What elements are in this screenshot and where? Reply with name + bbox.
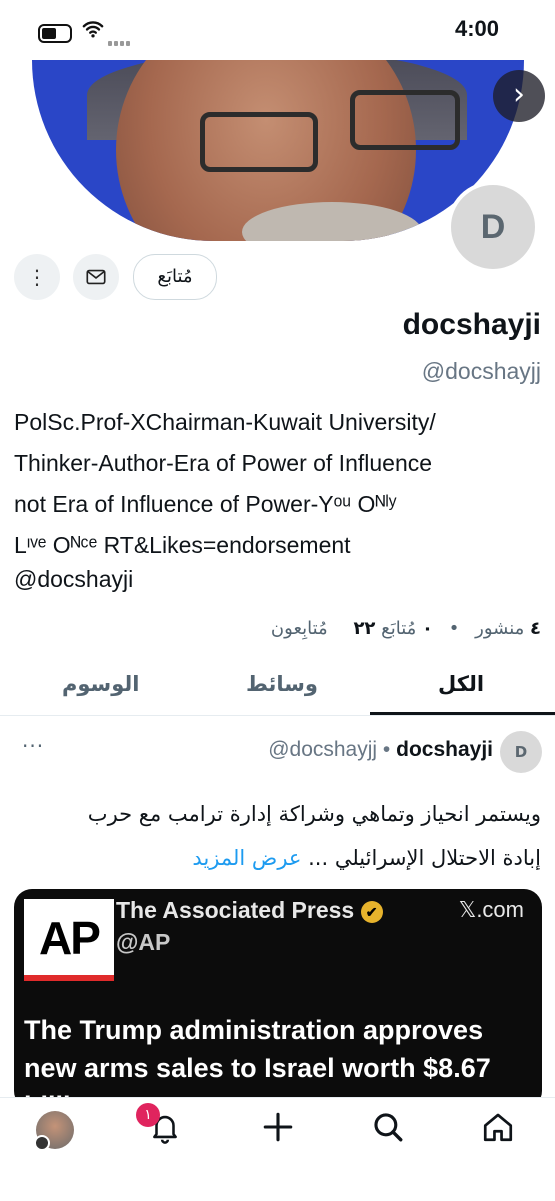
tab-all[interactable]: الكل (438, 672, 484, 696)
post-text-line2: إبادة الاحتلال الإسرائيلي ... عرض المزيد (192, 846, 541, 870)
bottom-nav (0, 1097, 555, 1201)
cellular-signal-icon (108, 31, 132, 50)
media-headline: The Trump administration approves new ar… (24, 1015, 491, 1109)
plus-icon[interactable] (258, 1110, 298, 1150)
search-icon[interactable] (368, 1110, 408, 1150)
post-header: @docshayjj • docshayji (268, 738, 493, 762)
profile-avatar[interactable]: D (447, 181, 539, 273)
message-button[interactable] (73, 254, 119, 300)
followers-count[interactable]: ٢٢ (353, 618, 375, 639)
profile-stats: ٤ منشور • ٠ مُتابَع ٢٢ مُتابِعون (270, 618, 541, 639)
account-avatar[interactable] (34, 1111, 74, 1151)
status-bar: 4:00 (0, 0, 555, 62)
post-author-name[interactable]: docshayji (396, 738, 493, 761)
posts-label: منشور (475, 618, 525, 639)
profile-handle: @docshayjj (421, 358, 541, 384)
home-icon[interactable] (478, 1110, 518, 1150)
battery-icon (38, 24, 72, 43)
show-more-link[interactable]: عرض المزيد (192, 846, 301, 870)
post-handle[interactable]: @docshayjj (268, 738, 377, 761)
tab-hashtags[interactable]: الوسوم (62, 672, 139, 696)
following-label[interactable]: مُتابَع (381, 618, 416, 639)
bio-line: not Era of Influence of Power-Yᵒᵘ Oᴺˡʸ (14, 491, 397, 517)
media-site-label: 𝕏.com (458, 897, 524, 922)
post-more-icon[interactable]: ··· (22, 734, 44, 758)
vertical-dots-icon: ⋮ (27, 265, 47, 289)
bio-line: PolSc.Prof-XChairman-Kuwait University/ (14, 409, 436, 435)
tab-media[interactable]: وسائط (246, 672, 318, 696)
post-text: ويستمر انحياز وتماهي وشراكة إدارة ترامب … (21, 792, 541, 880)
media-source-handle: @AP (116, 929, 171, 955)
profile-tabs: الكل وسائط الوسوم (0, 660, 555, 716)
bio-line: Thinker-Author-Era of Power of Influence (14, 450, 433, 476)
media-source-name: The Associated Press ✔ (116, 897, 383, 924)
post-text-line: ويستمر انحياز وتماهي وشراكة إدارة ترامب … (87, 802, 541, 826)
verified-badge-icon: ✔ (360, 900, 383, 923)
status-time: 4:00 (454, 16, 499, 41)
post-media-image[interactable]: AP The Associated Press ✔ @AP 𝕏.com The … (14, 889, 542, 1109)
profile-name: docshayji (402, 308, 541, 341)
post-avatar[interactable]: D (500, 731, 542, 773)
bio-line: Lᶦᵛᵉ Oᴺᶜᵉ RT&Likes=endorsement (14, 532, 351, 558)
posts-count: ٤ (530, 618, 541, 639)
more-options-button[interactable]: ⋮ (14, 254, 60, 300)
bio-mention-link[interactable]: @docshayji (14, 566, 133, 593)
active-tab-indicator (370, 712, 555, 715)
notification-badge: ١ (136, 1103, 160, 1127)
envelope-icon (86, 269, 106, 285)
following-count[interactable]: ٠ (422, 618, 433, 639)
ap-logo: AP (24, 899, 114, 981)
chevron-right-icon[interactable]: › (493, 70, 545, 122)
wifi-icon (82, 21, 104, 38)
post-separator: • (382, 738, 391, 761)
following-button[interactable]: مُتابَع (133, 254, 217, 300)
profile-bio: PolSc.Prof-XChairman-Kuwait University/ … (14, 402, 544, 566)
followers-label[interactable]: مُتابِعون (271, 618, 328, 639)
